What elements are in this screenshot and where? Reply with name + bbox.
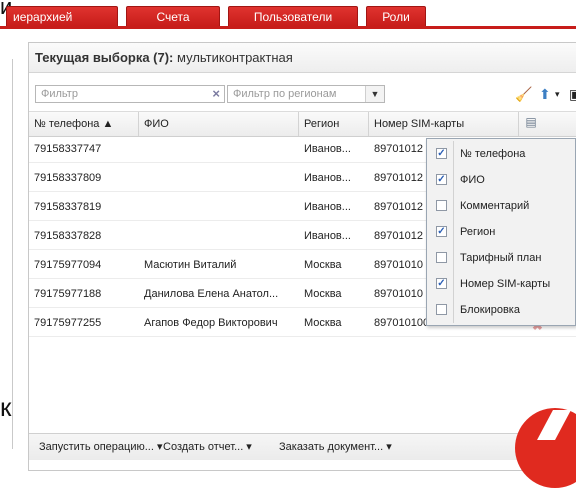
cell-name [139, 194, 299, 220]
column-chooser-menu: ✓ № телефона ✓ ФИО Комментарий ✓ Регион … [426, 138, 576, 326]
panel-title: Текущая выборка (7): мультиконтрактная [29, 43, 576, 73]
menu-item-region[interactable]: ✓ Регион [427, 219, 575, 245]
region-filter-select[interactable]: Фильтр по регионам ▼ [227, 85, 385, 103]
chevron-down-icon[interactable]: ▼ [365, 86, 384, 102]
save-icon[interactable]: ▣ [569, 85, 576, 103]
checkbox-checked[interactable]: ✓ [436, 174, 447, 185]
order-document-button[interactable]: Заказать документ... ▾ [279, 434, 392, 460]
cell-name: Агапов Федор Викторович [144, 317, 278, 329]
cell-phone: 79175977255 [34, 317, 102, 329]
top-navigation: и иерархией Счета Пользователи Роли [0, 0, 576, 26]
tab-users[interactable]: Пользователи [228, 6, 358, 26]
cell-region: Москва [304, 288, 342, 300]
upload-icon[interactable]: ⬆ [539, 85, 551, 103]
clear-filter-icon[interactable]: × [212, 86, 220, 101]
cell-region: Москва [304, 317, 342, 329]
checkbox-checked[interactable]: ✓ [436, 148, 447, 159]
checkbox-checked[interactable]: ✓ [436, 226, 447, 237]
tab-accounts[interactable]: Счета [126, 6, 220, 26]
cell-phone: 79158337747 [34, 143, 102, 155]
text-filter-placeholder: Фильтр [41, 88, 78, 100]
panel-title-subtitle: мультиконтрактная [177, 50, 293, 65]
region-filter-placeholder: Фильтр по регионам [233, 88, 337, 100]
columns-menu-icon[interactable]: ▤ [523, 113, 539, 131]
cell-phone: 79158337819 [34, 201, 102, 213]
column-header-name[interactable]: ФИО [139, 112, 299, 136]
bottom-toolbar: Запустить операцию... ▾ Создать отчет...… [29, 433, 576, 460]
menu-item-label: ФИО [460, 174, 485, 186]
menu-item-label: Комментарий [460, 200, 530, 212]
partial-text-left-bottom: к [0, 392, 12, 422]
checkbox-checked[interactable]: ✓ [436, 278, 447, 289]
cell-region: Иванов... [304, 230, 351, 242]
cell-name [139, 223, 299, 249]
menu-item-name[interactable]: ✓ ФИО [427, 167, 575, 193]
cell-phone: 79175977094 [34, 259, 102, 271]
menu-item-phone[interactable]: ✓ № телефона [427, 141, 575, 167]
menu-item-sim[interactable]: ✓ Номер SIM-карты [427, 271, 575, 297]
column-header-sim[interactable]: Номер SIM-карты [369, 112, 519, 136]
cell-region: Иванов... [304, 201, 351, 213]
cell-name [139, 165, 299, 191]
cell-name: Масютин Виталий [144, 259, 237, 271]
menu-item-label: Номер SIM-карты [460, 278, 551, 290]
menu-item-comment[interactable]: Комментарий [427, 193, 575, 219]
text-filter-input[interactable]: Фильтр × [35, 85, 225, 103]
cell-region: Иванов... [304, 172, 351, 184]
cell-phone: 79158337809 [34, 172, 102, 184]
cell-region: Иванов... [304, 143, 351, 155]
broom-icon[interactable]: 🧹 [515, 85, 532, 103]
tab-bar: иерархией Счета Пользователи Роли [0, 6, 434, 26]
run-operation-button[interactable]: Запустить операцию... ▾ [39, 434, 162, 460]
checkbox-unchecked[interactable] [436, 252, 447, 263]
column-header-phone[interactable]: № телефона ▲ [29, 112, 139, 136]
menu-item-label: Тарифный план [460, 252, 542, 264]
grid-header: № телефона ▲ ФИО Регион Номер SIM-карты [29, 111, 576, 137]
menu-item-label: Блокировка [460, 304, 520, 316]
panel-title-count: Текущая выборка (7): [35, 50, 174, 65]
checkbox-unchecked[interactable] [436, 304, 447, 315]
tab-roles[interactable]: Роли [366, 6, 426, 26]
column-header-region[interactable]: Регион [299, 112, 369, 136]
cell-phone: 79175977188 [34, 288, 102, 300]
checkbox-unchecked[interactable] [436, 200, 447, 211]
cell-name: Данилова Елена Анатол... [144, 288, 279, 300]
tab-hierarchy[interactable]: иерархией [6, 6, 118, 26]
cell-region: Москва [304, 259, 342, 271]
menu-item-label: Регион [460, 226, 496, 238]
chevron-down-icon[interactable]: ▾ [555, 85, 560, 103]
menu-item-tariff[interactable]: Тарифный план [427, 245, 575, 271]
menu-item-label: № телефона [460, 148, 526, 160]
cell-phone: 79158337828 [34, 230, 102, 242]
create-report-button[interactable]: Создать отчет... ▾ [163, 434, 252, 460]
tab-underline [0, 26, 576, 29]
menu-item-block[interactable]: Блокировка [427, 297, 575, 323]
cell-name [139, 136, 299, 162]
